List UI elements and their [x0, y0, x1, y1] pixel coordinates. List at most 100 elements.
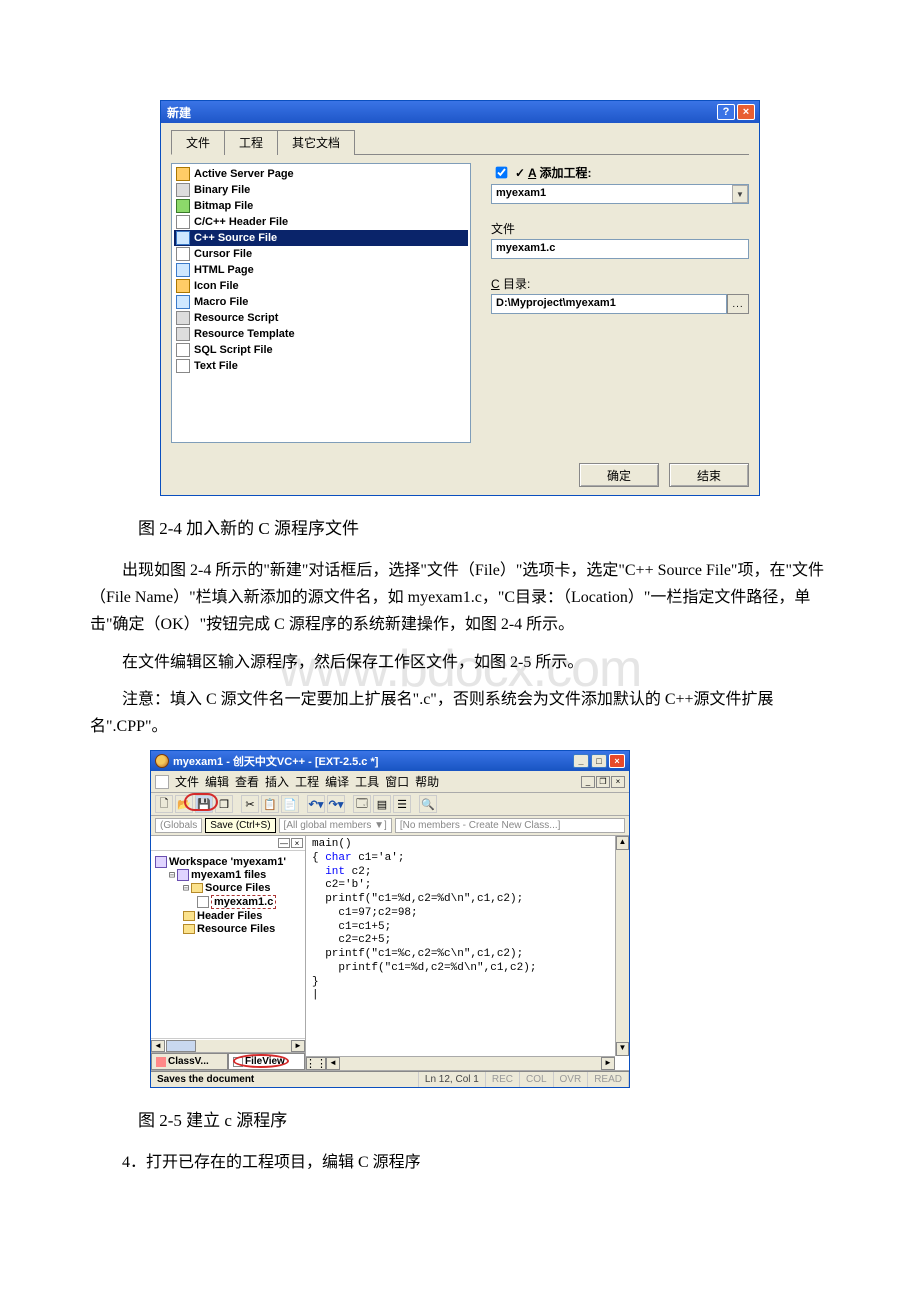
text-icon — [176, 359, 190, 373]
copy-icon[interactable]: 📋 — [261, 795, 279, 813]
scroll-right-icon[interactable]: ► — [601, 1057, 615, 1070]
vertical-scrollbar[interactable]: ▲ ▼ — [615, 836, 629, 1056]
bitmap-icon — [176, 199, 190, 213]
list-item[interactable]: Resource Template — [174, 326, 468, 342]
file-icon — [197, 896, 209, 908]
scroll-right-icon[interactable]: ► — [291, 1040, 305, 1052]
status-rec: REC — [486, 1072, 520, 1087]
cut-icon[interactable]: ✂ — [241, 795, 259, 813]
list-item[interactable]: Macro File — [174, 294, 468, 310]
fileview-icon — [233, 1057, 243, 1067]
project-combo[interactable]: myexam1 — [491, 184, 749, 204]
mdi-close-button[interactable]: × — [611, 776, 625, 788]
menu-edit[interactable]: 编辑 — [205, 773, 229, 790]
sql-icon — [176, 343, 190, 357]
close-button[interactable]: × — [609, 754, 625, 768]
list-item[interactable]: Resource Script — [174, 310, 468, 326]
list-item[interactable]: Cursor File — [174, 246, 468, 262]
save-icon[interactable]: 💾 — [195, 795, 213, 813]
scroll-down-icon[interactable]: ▼ — [616, 1042, 629, 1056]
paragraph: 4．打开已存在的工程项目，编辑 C 源程序 — [90, 1149, 830, 1176]
ok-button[interactable]: 确定 — [579, 463, 659, 487]
tab-project[interactable]: 工程 — [224, 130, 278, 155]
tab-file[interactable]: 文件 — [171, 130, 225, 155]
status-position: Ln 12, Col 1 — [419, 1072, 486, 1087]
class-combo[interactable]: [No members - Create New Class...] — [395, 818, 625, 833]
new-icon[interactable]: 🗋 — [155, 795, 173, 813]
scroll-left-icon[interactable]: ◄ — [326, 1057, 340, 1070]
minimize-button[interactable]: _ — [573, 754, 589, 768]
code-editor[interactable]: main() { char c1='a'; int c2; c2='b'; pr… — [306, 836, 629, 1070]
window-list-icon[interactable]: ☰ — [393, 795, 411, 813]
open-icon[interactable]: 📂 — [175, 795, 193, 813]
code-area[interactable]: main() { char c1='a'; int c2; c2='b'; pr… — [306, 836, 629, 1070]
menu-project[interactable]: 工程 — [295, 773, 319, 790]
ide-window: myexam1 - 创天中文VC++ - [EXT-2.5.c *] _ □ ×… — [150, 750, 630, 1088]
find-icon[interactable]: 🔍 — [419, 795, 437, 813]
splitter-icon[interactable]: ⋮⋮ — [306, 1057, 326, 1070]
menu-window[interactable]: 窗口 — [385, 773, 409, 790]
horizontal-scrollbar[interactable]: ⋮⋮ ◄ ► — [306, 1056, 615, 1070]
standard-toolbar: 🗋 📂 💾 ❐ ✂ 📋 📄 ↶▾ ↷▾ 🗔 ▤ ☰ 🔍 — [151, 793, 629, 816]
browse-button[interactable]: ... — [727, 294, 749, 314]
workspace-icon[interactable]: 🗔 — [353, 795, 371, 813]
menu-insert[interactable]: 插入 — [265, 773, 289, 790]
filename-input[interactable]: myexam1.c — [491, 239, 749, 259]
menu-file[interactable]: 文件 — [175, 773, 199, 790]
menu-compile[interactable]: 编译 — [325, 773, 349, 790]
project-node[interactable]: ⊟ myexam1 files — [155, 869, 301, 881]
list-item[interactable]: Bitmap File — [174, 198, 468, 214]
new-file-dialog: 新建 ? × 文件 工程 其它文档 Active Server Page Bin… — [160, 100, 760, 496]
panel-close-icon[interactable]: × — [291, 838, 303, 848]
globals-combo[interactable]: (Globals — [155, 818, 202, 833]
list-item[interactable]: C/C++ Header File — [174, 214, 468, 230]
file-type-list[interactable]: Active Server Page Binary File Bitmap Fi… — [171, 163, 471, 443]
close-button[interactable]: × — [737, 104, 755, 120]
folder-header[interactable]: Header Files — [155, 910, 301, 922]
maximize-button[interactable]: □ — [591, 754, 607, 768]
scroll-left-icon[interactable]: ◄ — [151, 1040, 165, 1052]
mdi-minimize-button[interactable]: _ — [581, 776, 595, 788]
add-to-project-checkbox[interactable]: ✓ A A 添加工程:添加工程: — [491, 163, 749, 182]
folder-resource[interactable]: Resource Files — [155, 923, 301, 935]
menu-view[interactable]: 查看 — [235, 773, 259, 790]
undo-icon[interactable]: ↶▾ — [307, 795, 325, 813]
menu-tools[interactable]: 工具 — [355, 773, 379, 790]
list-item[interactable]: SQL Script File — [174, 342, 468, 358]
add-to-project-check[interactable] — [496, 167, 508, 179]
workspace-node[interactable]: Workspace 'myexam1' — [155, 856, 301, 868]
members-combo[interactable]: [All global members ▼] — [279, 818, 392, 833]
cancel-button[interactable]: 结束 — [669, 463, 749, 487]
macro-icon — [176, 295, 190, 309]
classview-tab[interactable]: ClassV... — [151, 1053, 228, 1070]
dialog-titlebar[interactable]: 新建 ? × — [161, 101, 759, 123]
file-node-selected[interactable]: myexam1.c — [155, 895, 301, 909]
status-col: COL — [520, 1072, 554, 1087]
scroll-up-icon[interactable]: ▲ — [616, 836, 629, 850]
redo-icon[interactable]: ↷▾ — [327, 795, 345, 813]
help-button[interactable]: ? — [717, 104, 735, 120]
list-item-selected[interactable]: C++ Source File — [174, 230, 468, 246]
fileview-tab[interactable]: FileView — [228, 1053, 305, 1070]
folder-source[interactable]: ⊟ Source Files — [155, 882, 301, 894]
save-all-icon[interactable]: ❐ — [215, 795, 233, 813]
list-item[interactable]: Icon File — [174, 278, 468, 294]
directory-input[interactable]: D:\Myproject\myexam1 — [491, 294, 727, 314]
panel-dock-icon[interactable]: — — [278, 838, 290, 848]
list-item[interactable]: HTML Page — [174, 262, 468, 278]
paste-icon[interactable]: 📄 — [281, 795, 299, 813]
mdi-restore-button[interactable]: ❐ — [596, 776, 610, 788]
app-icon — [155, 754, 169, 768]
output-icon[interactable]: ▤ — [373, 795, 391, 813]
scroll-thumb[interactable] — [166, 1040, 196, 1052]
horizontal-scrollbar[interactable]: ◄ ► — [151, 1038, 305, 1052]
ide-titlebar[interactable]: myexam1 - 创天中文VC++ - [EXT-2.5.c *] _ □ × — [151, 751, 629, 771]
list-item[interactable]: Binary File — [174, 182, 468, 198]
document-icon — [155, 775, 169, 789]
workspace-tree[interactable]: Workspace 'myexam1' ⊟ myexam1 files ⊟ So… — [151, 851, 305, 1038]
tab-other[interactable]: 其它文档 — [277, 130, 355, 155]
menu-help[interactable]: 帮助 — [415, 773, 439, 790]
list-item[interactable]: Text File — [174, 358, 468, 374]
chevron-down-icon[interactable]: ▼ — [732, 185, 748, 203]
list-item[interactable]: Active Server Page — [174, 166, 468, 182]
